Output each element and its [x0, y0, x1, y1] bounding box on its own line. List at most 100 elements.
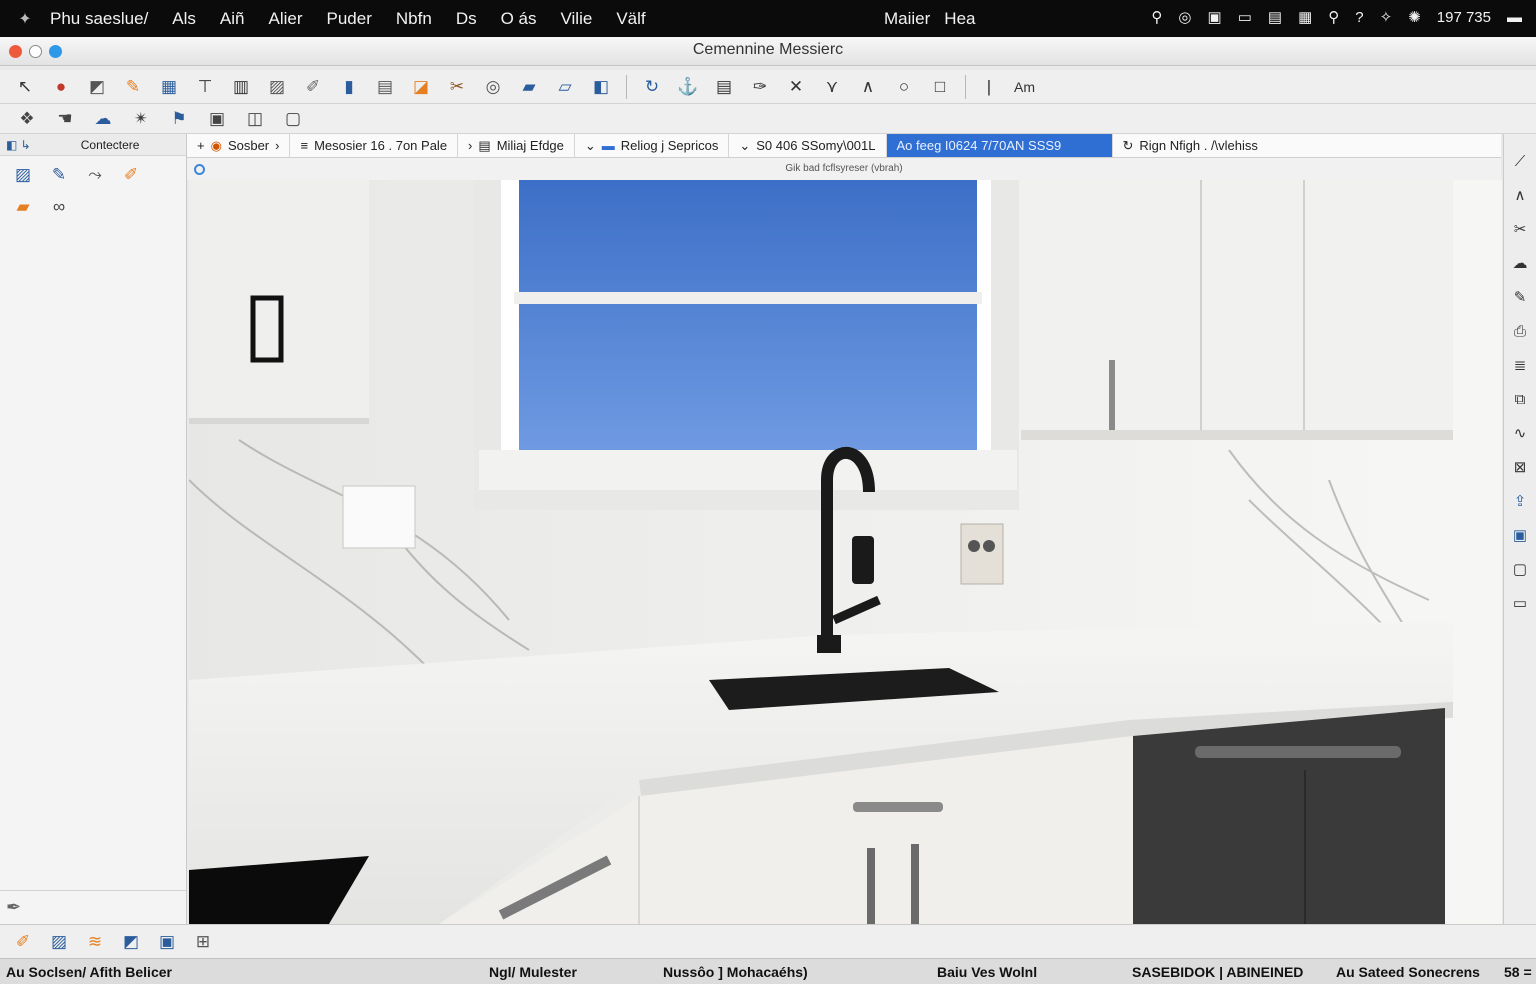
- hand-icon[interactable]: ☚: [50, 106, 80, 132]
- app-logo-icon[interactable]: ✦: [0, 9, 50, 29]
- ruler-icon[interactable]: ▰: [514, 74, 544, 100]
- target-icon[interactable]: ◎: [1178, 8, 1191, 26]
- tag-icon[interactable]: ✑: [745, 74, 775, 100]
- cube-icon[interactable]: ◧: [586, 74, 616, 100]
- display-icon[interactable]: ▣: [1208, 8, 1222, 26]
- brush-icon[interactable]: ✐: [298, 74, 328, 100]
- tab-so-406[interactable]: ⌄ S0 406 SSomy\001L: [729, 134, 887, 157]
- status-item-3: Nussôo ] Mohacaéhs): [663, 964, 808, 980]
- copy-icon[interactable]: ⧉: [1507, 386, 1533, 412]
- peak-icon[interactable]: ∧: [853, 74, 883, 100]
- image-icon[interactable]: ▨: [262, 74, 292, 100]
- pen-icon[interactable]: ✎: [118, 74, 148, 100]
- bug-icon[interactable]: ✺: [1408, 8, 1421, 26]
- image-icon[interactable]: ▨: [44, 929, 74, 955]
- fold-icon[interactable]: ⟋: [1507, 148, 1533, 174]
- spark-icon[interactable]: ✧: [1380, 8, 1393, 26]
- circle-icon[interactable]: ○: [889, 74, 919, 100]
- disc-icon[interactable]: ◎: [478, 74, 508, 100]
- tab-miliaj[interactable]: › ▤ Miliaj Efdge: [458, 134, 575, 157]
- menu-item-1[interactable]: Als: [172, 9, 196, 29]
- battery-icon[interactable]: ▤: [1268, 8, 1282, 26]
- list-icon[interactable]: ▤: [709, 74, 739, 100]
- edit-icon[interactable]: ✐: [116, 162, 146, 188]
- frame-icon[interactable]: ▣: [202, 106, 232, 132]
- route-icon[interactable]: ⤳: [80, 162, 110, 188]
- pencil-icon[interactable]: ✎: [1507, 284, 1533, 310]
- menu-center-item-2[interactable]: Hea: [944, 9, 975, 29]
- cut-icon[interactable]: ✂: [1507, 216, 1533, 242]
- tab-sosber[interactable]: + ◉ Sosber ›: [187, 134, 291, 157]
- column-icon[interactable]: ▮: [334, 74, 364, 100]
- layers-icon[interactable]: ≋: [80, 929, 110, 955]
- window-icon[interactable]: ▣: [1507, 522, 1533, 548]
- brush-icon[interactable]: ✐: [8, 929, 38, 955]
- menu-item-2[interactable]: Aiñ: [220, 9, 245, 29]
- chevron-icon[interactable]: ∧: [1507, 182, 1533, 208]
- question-icon[interactable]: ?: [1355, 9, 1363, 26]
- location-icon[interactable]: ⚲: [1151, 8, 1162, 26]
- flag-icon[interactable]: ⚑: [164, 106, 194, 132]
- cloud-icon[interactable]: ☁: [88, 106, 118, 132]
- toolbar-trailing-label[interactable]: Am: [1014, 79, 1035, 95]
- add-icon[interactable]: +: [197, 138, 205, 153]
- menu-item-7[interactable]: O ás: [501, 9, 537, 29]
- merge-icon[interactable]: ⋎: [817, 74, 847, 100]
- pin-icon[interactable]: ⚲: [1328, 8, 1339, 26]
- rotate-icon[interactable]: ↻: [637, 74, 667, 100]
- photo-icon[interactable]: ▨: [8, 162, 38, 188]
- wave-icon[interactable]: ∿: [1507, 420, 1533, 446]
- tab-reliog[interactable]: ⌄ ▬ Reliog j Sepricos: [575, 134, 730, 157]
- printer-icon[interactable]: ⎙: [1507, 318, 1533, 344]
- pencil-icon[interactable]: ✎: [44, 162, 74, 188]
- panel-icon[interactable]: ◧ ↳: [6, 138, 31, 152]
- panel-icon[interactable]: ◫: [240, 106, 270, 132]
- layout-icon[interactable]: ▤: [370, 74, 400, 100]
- layers-icon[interactable]: ❖: [12, 106, 42, 132]
- export-icon[interactable]: ⇪: [1507, 488, 1533, 514]
- measure-icon[interactable]: ▱: [550, 74, 580, 100]
- layers-icon[interactable]: ⊠: [1507, 454, 1533, 480]
- bar-icon[interactable]: |: [976, 74, 1002, 100]
- link-icon[interactable]: ⊞: [188, 929, 218, 955]
- menu-item-5[interactable]: Nbfn: [396, 9, 432, 29]
- folder-icon[interactable]: ▰: [8, 194, 38, 220]
- menu-item-9[interactable]: Välf: [616, 9, 645, 29]
- menu-item-8[interactable]: Vilie: [561, 9, 593, 29]
- square-icon[interactable]: □: [925, 74, 955, 100]
- pen-icon[interactable]: ✒: [6, 897, 21, 918]
- photo-icon[interactable]: ▣: [152, 929, 182, 955]
- grid-icon[interactable]: ▦: [154, 74, 184, 100]
- menubar-clock[interactable]: 197 735: [1437, 9, 1491, 26]
- shape-icon[interactable]: ◩: [82, 74, 112, 100]
- link-icon[interactable]: ∞: [44, 194, 74, 220]
- stack-icon[interactable]: ≣: [1507, 352, 1533, 378]
- paint-icon[interactable]: ◪: [406, 74, 436, 100]
- window-icon[interactable]: ▢: [278, 106, 308, 132]
- magic-icon[interactable]: ✴: [126, 106, 156, 132]
- menu-extra-icon[interactable]: ▬: [1507, 9, 1522, 26]
- cursor-icon[interactable]: ↖: [10, 74, 40, 100]
- cloud-icon[interactable]: ☁: [1507, 250, 1533, 276]
- tab-active[interactable]: Ao feeg I0624 7/70AN SSS9: [886, 134, 1113, 157]
- right-toolbar: ⟋ ∧ ✂ ☁ ✎ ⎙ ≣ ⧉ ∿ ⊠ ⇪ ▣ ▢ ▭: [1503, 134, 1536, 924]
- frame-icon[interactable]: ◩: [116, 929, 146, 955]
- menu-item-4[interactable]: Puder: [327, 9, 372, 29]
- table-icon[interactable]: ▥: [226, 74, 256, 100]
- box-icon[interactable]: ▭: [1507, 590, 1533, 616]
- close-icon[interactable]: ✕: [781, 74, 811, 100]
- wrench-icon[interactable]: ✂: [442, 74, 472, 100]
- monitor-icon[interactable]: ▦: [1298, 8, 1312, 26]
- camera-icon[interactable]: ▢: [1507, 556, 1533, 582]
- tab-rign[interactable]: ↻ Rign Nfigh . /\vlehiss: [1113, 134, 1268, 157]
- menu-item-app[interactable]: Phu saeslue/: [50, 9, 148, 29]
- tab-mesosier[interactable]: ≡ Mesosier 16 . 7on Pale: [290, 134, 459, 157]
- text-icon[interactable]: ⊤: [190, 74, 220, 100]
- anchor-icon[interactable]: ⚓: [673, 74, 703, 100]
- menu-item-3[interactable]: Alier: [269, 9, 303, 29]
- menu-item-6[interactable]: Ds: [456, 9, 477, 29]
- tablet-icon[interactable]: ▭: [1238, 8, 1252, 26]
- image-canvas[interactable]: [189, 180, 1502, 924]
- menu-center-item-1[interactable]: Maiier: [884, 9, 930, 29]
- record-icon[interactable]: ●: [46, 74, 76, 100]
